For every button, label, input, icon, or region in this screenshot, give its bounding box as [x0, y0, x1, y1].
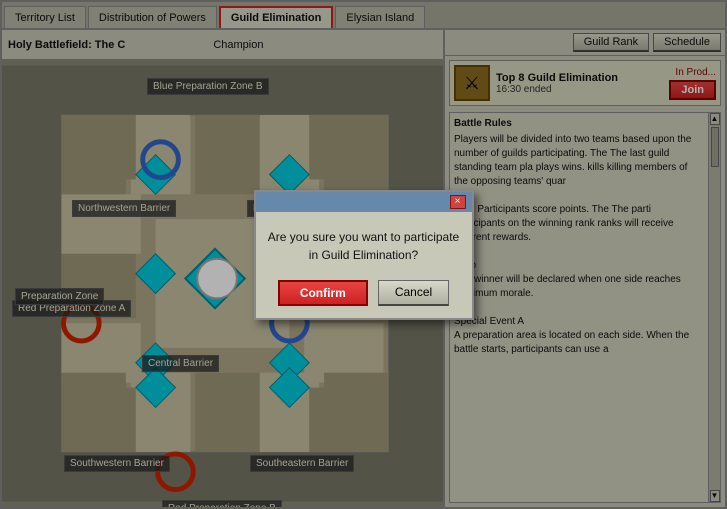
modal-confirm-button[interactable]: Confirm [278, 280, 368, 306]
modal-overlay: × Are you sure you want to participate i… [0, 0, 727, 509]
modal-cancel-button[interactable]: Cancel [378, 280, 449, 306]
modal-titlebar: × [256, 192, 472, 212]
main-window: Territory List Distribution of Powers Gu… [0, 0, 727, 509]
confirm-modal: × Are you sure you want to participate i… [254, 190, 474, 320]
modal-close-button[interactable]: × [450, 195, 466, 209]
modal-body: Are you sure you want to participate in … [256, 212, 472, 272]
modal-buttons: Confirm Cancel [256, 272, 472, 318]
modal-message: Are you sure you want to participate in … [268, 230, 459, 262]
